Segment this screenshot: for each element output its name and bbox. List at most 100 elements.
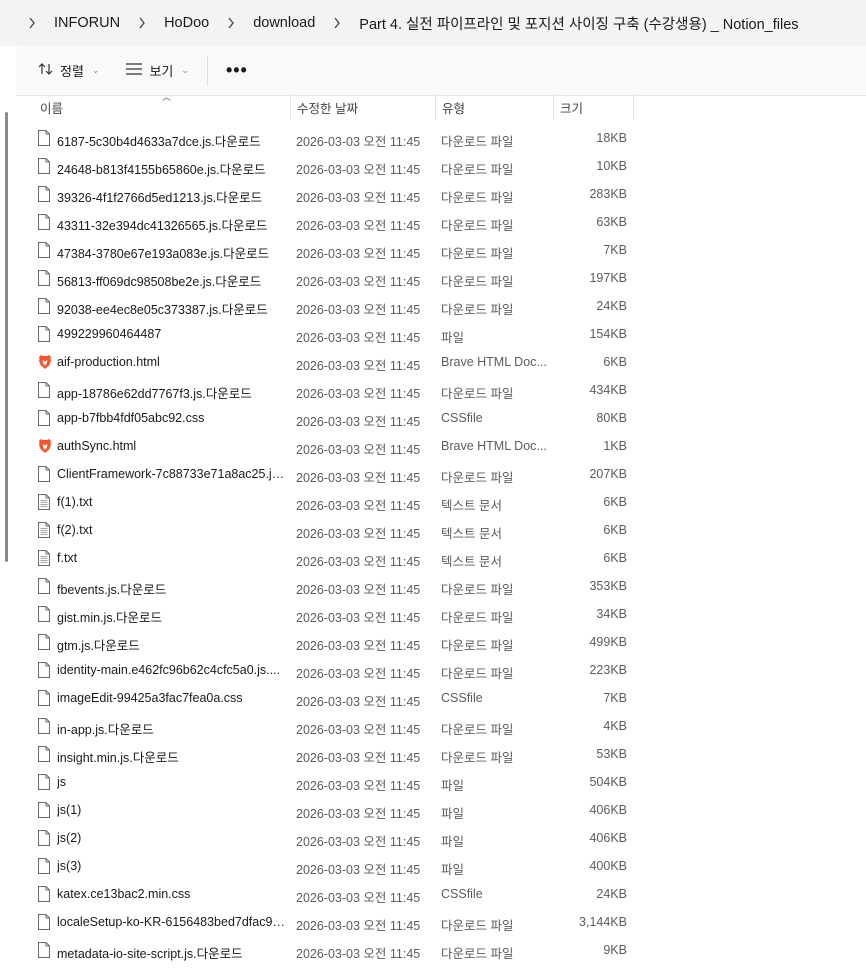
sort-label: 정렬 xyxy=(60,64,84,79)
file-modified-date: 2026-03-03 오전 11:45 xyxy=(296,471,421,485)
file-row[interactable]: app-18786e62dd7767f3.js.다운로드 2026-03-03 오… xyxy=(16,376,656,404)
file-row[interactable]: js(3) 2026-03-03 오전 11:45 파일 400KB xyxy=(16,852,656,880)
file-icon xyxy=(38,942,50,958)
file-row[interactable]: aif-production.html 2026-03-03 오전 11:45 Br… xyxy=(16,348,656,376)
vertical-scrollbar[interactable] xyxy=(5,112,8,562)
file-icon xyxy=(38,774,50,790)
file-type: 다운로드 파일 xyxy=(441,247,514,261)
file-type: 텍스트 문서 xyxy=(441,555,502,569)
file-modified-date: 2026-03-03 오전 11:45 xyxy=(296,835,421,849)
file-type: 파일 xyxy=(441,863,465,877)
file-row[interactable]: ClientFramework-7c88733e71a8ac25.js.... 2… xyxy=(16,460,656,488)
breadcrumb-item[interactable]: INFORUN xyxy=(48,11,126,35)
file-row[interactable]: 43311-32e394dc41326565.js.다운로드 2026-03-03… xyxy=(16,208,656,236)
file-row[interactable]: app-b7fbb4fdf05abc92.css 2026-03-03 오전 11… xyxy=(16,404,656,432)
file-row[interactable]: 92038-ee4ec8e05c373387.js.다운로드 2026-03-03… xyxy=(16,292,656,320)
file-modified-date: 2026-03-03 오전 11:45 xyxy=(296,583,421,597)
sort-button[interactable]: 정렬 ⌄ xyxy=(30,55,107,86)
file-name: 56813-ff069dc98508be2e.js.다운로드 xyxy=(57,275,262,289)
file-type: 다운로드 파일 xyxy=(441,135,514,149)
breadcrumb-item[interactable]: download xyxy=(247,11,321,35)
file-size: 7KB xyxy=(603,243,627,257)
file-modified-date: 2026-03-03 오전 11:45 xyxy=(296,303,421,317)
file-name: in-app.js.다운로드 xyxy=(57,723,154,737)
file-type: 파일 xyxy=(441,835,465,849)
file-row[interactable]: js(1) 2026-03-03 오전 11:45 파일 406KB xyxy=(16,796,656,824)
breadcrumb-item-current[interactable]: Part 4. 실전 파이프라인 및 포지션 사이징 구축 (수강생용) _ N… xyxy=(353,9,804,38)
file-size: 434KB xyxy=(589,383,627,397)
file-row[interactable]: js 2026-03-03 오전 11:45 파일 504KB xyxy=(16,768,656,796)
file-icon xyxy=(38,858,50,874)
file-modified-date: 2026-03-03 오전 11:45 xyxy=(296,807,421,821)
file-modified-date: 2026-03-03 오전 11:45 xyxy=(296,275,421,289)
file-modified-date: 2026-03-03 오전 11:45 xyxy=(296,191,421,205)
file-modified-date: 2026-03-03 오전 11:45 xyxy=(296,499,421,513)
file-row[interactable]: 56813-ff069dc98508be2e.js.다운로드 2026-03-03… xyxy=(16,264,656,292)
file-type: Brave HTML Doc... xyxy=(441,355,547,369)
file-icon xyxy=(38,578,50,594)
file-row[interactable]: gist.min.js.다운로드 2026-03-03 오전 11:45 다운로드 … xyxy=(16,600,656,628)
file-type: CSSfile xyxy=(441,887,483,901)
file-row[interactable]: f.txt 2026-03-03 오전 11:45 텍스트 문서 6KB xyxy=(16,544,656,572)
file-type: 다운로드 파일 xyxy=(441,219,514,233)
file-type: 다운로드 파일 xyxy=(441,611,514,625)
file-row[interactable]: insight.min.js.다운로드 2026-03-03 오전 11:45 다운… xyxy=(16,740,656,768)
file-modified-date: 2026-03-03 오전 11:45 xyxy=(296,359,421,373)
file-list: 6187-5c30b4d4633a7dce.js.다운로드 2026-03-03 … xyxy=(16,124,656,964)
file-row[interactable]: imageEdit-99425a3fac7fea0a.css 2026-03-03… xyxy=(16,684,656,712)
file-modified-date: 2026-03-03 오전 11:45 xyxy=(296,723,421,737)
file-modified-date: 2026-03-03 오전 11:45 xyxy=(296,219,421,233)
file-row[interactable]: gtm.js.다운로드 2026-03-03 오전 11:45 다운로드 파일 499… xyxy=(16,628,656,656)
file-name: 39326-4f1f2766d5ed1213.js.다운로드 xyxy=(57,191,263,205)
file-type: CSSfile xyxy=(441,691,483,705)
text-file-icon xyxy=(38,522,50,538)
file-row[interactable]: 6187-5c30b4d4633a7dce.js.다운로드 2026-03-03 … xyxy=(16,124,656,152)
file-name: localeSetup-ko-KR-6156483bed7dfac99... xyxy=(57,915,285,929)
file-size: 18KB xyxy=(596,131,627,145)
view-button[interactable]: 보기 ⌄ xyxy=(117,55,196,86)
file-modified-date: 2026-03-03 오전 11:45 xyxy=(296,247,421,261)
chevron-right-icon[interactable] xyxy=(333,17,341,29)
chevron-right-icon[interactable] xyxy=(28,17,36,29)
more-options-button[interactable]: ••• xyxy=(218,60,256,81)
file-row[interactable]: identity-main.e462fc96b62c4cfc5a0.js....… xyxy=(16,656,656,684)
file-name: ClientFramework-7c88733e71a8ac25.js.... xyxy=(57,467,285,481)
file-size: 53KB xyxy=(596,747,627,761)
view-label: 보기 xyxy=(149,64,174,79)
file-row[interactable]: metadata-io-site-script.js.다운로드 2026-03-0… xyxy=(16,936,656,964)
file-type: 텍스트 문서 xyxy=(441,499,502,513)
column-header-type[interactable]: 유형 xyxy=(436,94,554,120)
chevron-right-icon[interactable] xyxy=(138,17,146,29)
file-size: 80KB xyxy=(596,411,627,425)
file-modified-date: 2026-03-03 오전 11:45 xyxy=(296,863,421,877)
file-row[interactable]: 39326-4f1f2766d5ed1213.js.다운로드 2026-03-03… xyxy=(16,180,656,208)
file-row[interactable]: 499229960464487 2026-03-03 오전 11:45 파일 154K… xyxy=(16,320,656,348)
file-row[interactable]: js(2) 2026-03-03 오전 11:45 파일 406KB xyxy=(16,824,656,852)
file-name: js(3) xyxy=(57,859,82,873)
file-row[interactable]: localeSetup-ko-KR-6156483bed7dfac99... 20… xyxy=(16,908,656,936)
file-row[interactable]: katex.ce13bac2.min.css 2026-03-03 오전 11:4… xyxy=(16,880,656,908)
file-name: 43311-32e394dc41326565.js.다운로드 xyxy=(57,219,268,233)
text-file-icon xyxy=(38,550,50,566)
file-row[interactable]: fbevents.js.다운로드 2026-03-03 오전 11:45 다운로드 … xyxy=(16,572,656,600)
file-row[interactable]: f(2).txt 2026-03-03 오전 11:45 텍스트 문서 6KB xyxy=(16,516,656,544)
file-size: 34KB xyxy=(596,607,627,621)
text-file-icon xyxy=(38,494,50,510)
file-row[interactable]: in-app.js.다운로드 2026-03-03 오전 11:45 다운로드 파일… xyxy=(16,712,656,740)
column-header-modified[interactable]: 수정한 날짜 xyxy=(291,94,436,120)
file-row[interactable]: authSync.html 2026-03-03 오전 11:45 Brave HT… xyxy=(16,432,656,460)
file-type: 다운로드 파일 xyxy=(441,163,514,177)
list-view-icon xyxy=(125,63,143,78)
file-type: 다운로드 파일 xyxy=(441,387,514,401)
file-icon xyxy=(38,214,50,230)
file-type: 파일 xyxy=(441,779,465,793)
file-row[interactable]: 47384-3780e67e193a083e.js.다운로드 2026-03-03… xyxy=(16,236,656,264)
chevron-right-icon[interactable] xyxy=(227,17,235,29)
file-size: 504KB xyxy=(589,775,627,789)
file-modified-date: 2026-03-03 오전 11:45 xyxy=(296,779,421,793)
file-row[interactable]: f(1).txt 2026-03-03 오전 11:45 텍스트 문서 6KB xyxy=(16,488,656,516)
file-row[interactable]: 24648-b813f4155b65860e.js.다운로드 2026-03-03… xyxy=(16,152,656,180)
file-type: 다운로드 파일 xyxy=(441,583,514,597)
breadcrumb-item[interactable]: HoDoo xyxy=(158,11,215,35)
column-header-size[interactable]: 크기 xyxy=(554,94,634,120)
